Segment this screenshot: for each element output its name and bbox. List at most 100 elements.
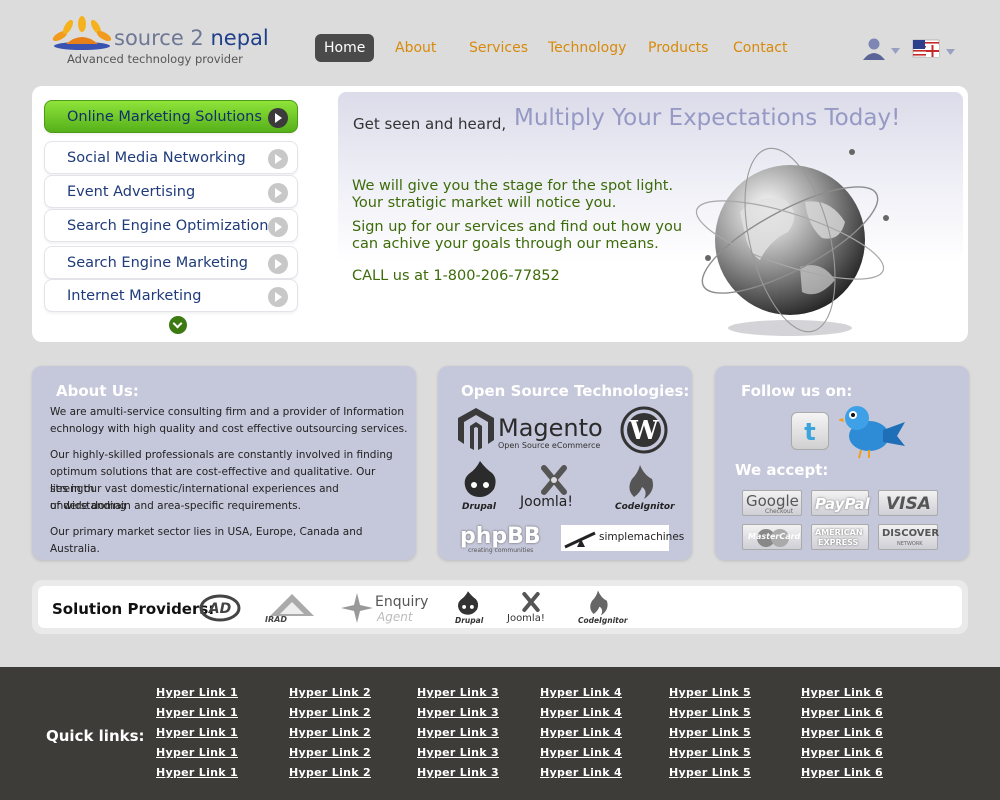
quick-link[interactable]: Hyper Link 4 (540, 706, 622, 719)
sp-agent-label: Agent (377, 610, 413, 624)
payment-label: DISCOVER (882, 528, 940, 539)
quick-links-title: Quick links: (46, 727, 145, 745)
globe-icon (695, 147, 889, 336)
payment-label: MasterCard (748, 532, 801, 541)
menu-item-seo[interactable]: Search Engine Optimization (44, 209, 298, 242)
twitter-button[interactable]: t (791, 412, 829, 450)
quick-link[interactable]: Hyper Link 4 (540, 726, 622, 739)
wordpress-logo-icon: W (620, 406, 668, 454)
logo-tagline: Advanced technology provider (67, 52, 243, 66)
quick-link[interactable]: Hyper Link 4 (540, 686, 622, 699)
user-menu[interactable] (862, 37, 902, 61)
menu-item-label: Internet Marketing (67, 288, 202, 304)
quick-link[interactable]: Hyper Link 1 (156, 706, 238, 719)
menu-item-label: Search Engine Optimization (67, 218, 269, 234)
menu-item-online-marketing[interactable]: Online Marketing Solutions (44, 100, 298, 133)
nav-about[interactable]: About (395, 34, 436, 62)
quick-link[interactable]: Hyper Link 5 (669, 726, 751, 739)
about-p3: Our primary market sector lies in USA, E… (50, 526, 363, 555)
quick-link[interactable]: Hyper Link 3 (417, 706, 499, 719)
about-panel: About Us: We are amulti-service consulti… (32, 366, 416, 560)
menu-item-sem[interactable]: Search Engine Marketing (44, 246, 298, 279)
flag-icon (912, 39, 955, 58)
tech-panel: Open Source Technologies: Magento Open S… (438, 366, 692, 560)
menu-scroll-down-button[interactable] (169, 316, 187, 334)
nav-services[interactable]: Services (469, 34, 528, 62)
svg-text:AD: AD (208, 601, 231, 617)
quick-link[interactable]: Hyper Link 2 (289, 766, 371, 779)
sp-enquiry-label: Enquiry (375, 594, 429, 610)
quick-link[interactable]: Hyper Link 1 (156, 766, 238, 779)
quick-link[interactable]: Hyper Link 6 (801, 766, 883, 779)
quick-link[interactable]: Hyper Link 3 (417, 746, 499, 759)
payment-sublabel: EXPRESS (818, 538, 859, 547)
payment-mastercard: MasterCard (742, 524, 802, 550)
phpbb-logo: phpBB (460, 524, 541, 549)
accept-title: We accept: (735, 461, 829, 479)
payment-label: AMERICAN (815, 528, 863, 537)
quick-link[interactable]: Hyper Link 3 (417, 766, 499, 779)
arrow-right-icon (268, 149, 288, 169)
arrow-right-icon (268, 287, 288, 307)
twitter-bird-icon[interactable] (839, 402, 909, 460)
quick-link[interactable]: Hyper Link 2 (289, 726, 371, 739)
joomla-logo-icon (541, 465, 567, 495)
nav-technology[interactable]: Technology (548, 34, 626, 62)
menu-item-event-advertising[interactable]: Event Advertising (44, 175, 298, 208)
about-p1-line2: echnology with high quality and cost eff… (50, 423, 408, 435)
payment-amex: AMERICAN EXPRESS (811, 524, 869, 550)
simplemachines-label: simplemachines (599, 531, 685, 543)
quick-link[interactable]: Hyper Link 2 (289, 706, 371, 719)
nav-home[interactable]: Home (315, 34, 375, 62)
solution-providers-title: Solution Providers: (52, 600, 215, 618)
site-logo[interactable]: source 2 nepal Advanced technology provi… (52, 16, 269, 72)
menu-item-social-media[interactable]: Social Media Networking (44, 141, 298, 174)
tech-title: Open Source Technologies: (461, 382, 690, 400)
payment-visa: VISA (878, 490, 938, 516)
quick-link[interactable]: Hyper Link 3 (417, 686, 499, 699)
quick-link[interactable]: Hyper Link 2 (289, 746, 371, 759)
quick-link[interactable]: Hyper Link 1 (156, 726, 238, 739)
menu-item-label: Search Engine Marketing (67, 255, 248, 271)
about-p1-line1: We are amulti-service consulting firm an… (50, 406, 404, 418)
menu-item-label: Social Media Networking (67, 150, 246, 166)
quick-link[interactable]: Hyper Link 1 (156, 686, 238, 699)
hero-paragraph-1-line-2: Your stratigic market will notice you. (352, 195, 617, 211)
simplemachines-seesaw-icon (564, 531, 596, 549)
nav-products[interactable]: Products (648, 34, 708, 62)
quick-link[interactable]: Hyper Link 4 (540, 746, 622, 759)
quick-link[interactable]: Hyper Link 6 (801, 706, 883, 719)
menu-item-label: Event Advertising (67, 184, 196, 200)
simplemachines-logo: simplemachines (561, 525, 684, 551)
arrow-right-icon (268, 183, 288, 203)
quick-link[interactable]: Hyper Link 6 (801, 726, 883, 739)
magento-tagline: Open Source eCommerce (498, 441, 601, 450)
menu-item-internet-marketing[interactable]: Internet Marketing (44, 279, 298, 312)
logo-name-part2: nepal (210, 26, 269, 50)
language-menu[interactable] (912, 37, 958, 61)
quick-link[interactable]: Hyper Link 6 (801, 746, 883, 759)
joomla-label: Joomla! (520, 494, 573, 510)
sp-drupal-label: Drupal (455, 616, 484, 625)
logo-name-part1: source 2 (114, 26, 204, 50)
sp-joomla-logo-icon (522, 592, 540, 612)
quick-link[interactable]: Hyper Link 3 (417, 726, 499, 739)
sp-joomla-label: Joomla! (507, 613, 545, 624)
sp-irad-label: IRAD (265, 615, 287, 624)
magento-logo-icon (458, 408, 494, 450)
quick-link[interactable]: Hyper Link 1 (156, 746, 238, 759)
quick-link[interactable]: Hyper Link 5 (669, 746, 751, 759)
nav-contact[interactable]: Contact (733, 34, 787, 62)
quick-link[interactable]: Hyper Link 6 (801, 686, 883, 699)
quick-link[interactable]: Hyper Link 4 (540, 766, 622, 779)
payment-sublabel: Checkout (765, 508, 794, 515)
quick-link[interactable]: Hyper Link 2 (289, 686, 371, 699)
twitter-t-icon: t (804, 418, 815, 446)
codeigniter-logo-icon (629, 465, 653, 499)
quick-link[interactable]: Hyper Link 5 (669, 766, 751, 779)
follow-panel: Follow us on: t We accept: Google Checko… (715, 366, 969, 560)
quick-link[interactable]: Hyper Link 5 (669, 706, 751, 719)
quick-link[interactable]: Hyper Link 5 (669, 686, 751, 699)
menu-item-label: Online Marketing Solutions (67, 109, 262, 125)
sp-codeigniter-label: CodeIgnitor (578, 616, 628, 625)
